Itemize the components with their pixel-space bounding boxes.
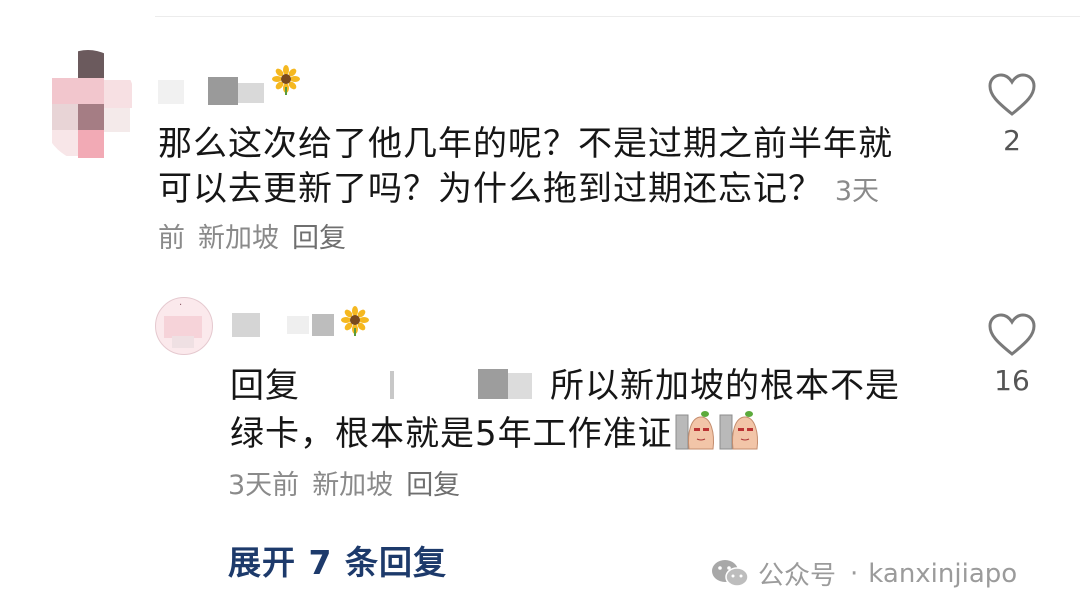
reply-time: 3天前 [228, 470, 300, 501]
commenter-name[interactable] [158, 75, 268, 107]
replier-name[interactable] [232, 310, 337, 340]
watermark: 公众号 · kanxinjiapo [710, 555, 1021, 592]
like-count: 2 [1003, 124, 1021, 157]
like-button[interactable]: 16 [982, 312, 1042, 397]
avatar-pixel [52, 104, 78, 130]
comment-location: 新加坡 [198, 223, 279, 254]
reply-meta: 3天前 新加坡 回复 [228, 466, 473, 506]
reply-button[interactable]: 回复 [292, 223, 346, 254]
avatar-pixel [78, 104, 104, 130]
replier-avatar[interactable]: · [155, 297, 213, 355]
avatar-pixel [78, 130, 104, 158]
mentioned-user[interactable] [300, 367, 532, 401]
like-button[interactable]: 2 [982, 72, 1042, 157]
comment-body: 那么这次给了他几年的呢？不是过期之前半年就可以去更新了吗？为什么拖到过期还忘记？… [158, 122, 918, 261]
watermark-source: 公众号 [758, 561, 837, 591]
commenter-avatar[interactable] [40, 50, 136, 162]
top-divider [155, 16, 1080, 17]
like-count: 16 [994, 364, 1030, 397]
avatar-pixel [104, 80, 132, 108]
expand-replies-button[interactable]: 展开 7 条回复 [228, 536, 447, 584]
wechat-icon [712, 559, 749, 587]
reply-button[interactable]: 回复 [406, 470, 460, 501]
reply-location: 新加坡 [312, 470, 394, 501]
reply-prefix: 回复 [230, 366, 300, 406]
avatar-pixel [104, 108, 130, 132]
comment-text: 那么这次给了他几年的呢？不是过期之前半年就可以去更新了吗？为什么拖到过期还忘记？ [158, 124, 893, 209]
sunflower-icon [272, 65, 300, 95]
sunflower-icon [341, 306, 369, 336]
heart-outline-icon [988, 73, 1036, 116]
watermark-dot: · [850, 558, 859, 589]
face-sticker-icon [675, 411, 714, 450]
watermark-account: kanxinjiapo [868, 558, 1018, 589]
face-sticker-icon [719, 411, 758, 450]
avatar-pixel [52, 130, 78, 156]
avatar-pixel [78, 50, 104, 80]
heart-outline-icon [988, 313, 1036, 356]
reply-body: 回复 ：所以新加坡的根本不是绿卡，根本就是5年工作准证 [230, 364, 930, 457]
avatar-pixel [52, 78, 104, 104]
